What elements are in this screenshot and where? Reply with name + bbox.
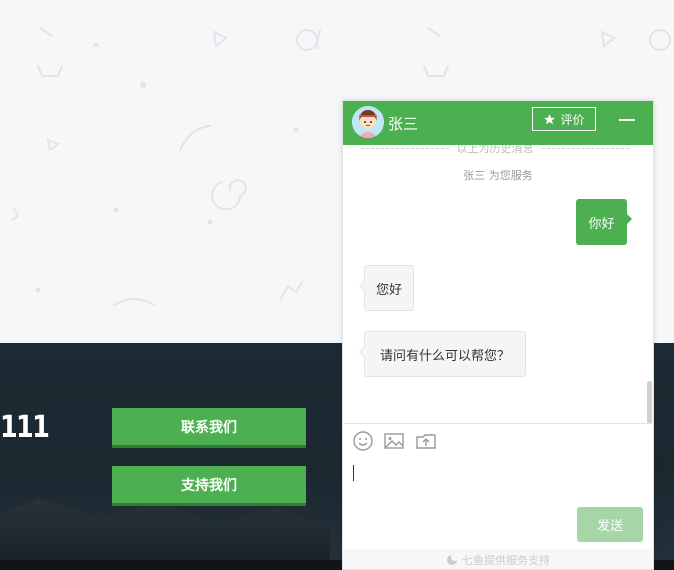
- phone-number-partial: 111: [0, 410, 50, 445]
- smiley-icon[interactable]: [352, 430, 374, 452]
- star-icon: [544, 113, 556, 124]
- message-input[interactable]: [351, 461, 645, 501]
- message-input-area: [343, 455, 653, 505]
- input-toolbar: [343, 423, 653, 456]
- service-notice: 张三 为您服务: [463, 169, 533, 182]
- powered-by-text: 七鱼提供服务支持: [462, 554, 550, 567]
- rate-button[interactable]: 评价: [532, 107, 596, 131]
- message-list[interactable]: 以上为历史消息 张三 为您服务 你好 您好 请问有什么可以帮您？: [343, 145, 653, 423]
- agent-avatar-icon: [352, 106, 384, 138]
- agent-avatar: [352, 106, 384, 138]
- user-message-bubble: 你好: [576, 199, 632, 245]
- message-scrollbar[interactable]: [647, 381, 652, 423]
- send-button[interactable]: 发送: [577, 507, 643, 542]
- qiyu-logo-icon: [447, 555, 457, 565]
- agent-message-bubble: 您好: [359, 265, 414, 311]
- image-icon[interactable]: [383, 430, 405, 452]
- minimize-button[interactable]: [615, 109, 639, 133]
- minus-icon: [619, 119, 635, 121]
- support-us-button[interactable]: 支持我们: [112, 466, 306, 506]
- chat-widget: 张三 评价 以上为历史消息 张三 为您服务 你好 您好 请问有什么可以帮您？ 发…: [342, 100, 654, 570]
- agent-name: 张三: [388, 115, 419, 133]
- contact-us-button[interactable]: 联系我们: [112, 408, 306, 448]
- divider-line: [361, 147, 449, 149]
- history-divider: 以上为历史消息: [361, 145, 629, 155]
- upload-icon[interactable]: [415, 430, 437, 452]
- agent-message-bubble: 请问有什么可以帮您？: [359, 331, 526, 377]
- powered-by-footer: 七鱼提供服务支持: [343, 549, 653, 569]
- rate-button-label: 评价: [560, 112, 585, 127]
- divider-line: [541, 147, 629, 149]
- history-label: 以上为历史消息: [456, 145, 534, 155]
- chat-header: 张三 评价: [343, 101, 653, 145]
- text-caret: [353, 465, 354, 481]
